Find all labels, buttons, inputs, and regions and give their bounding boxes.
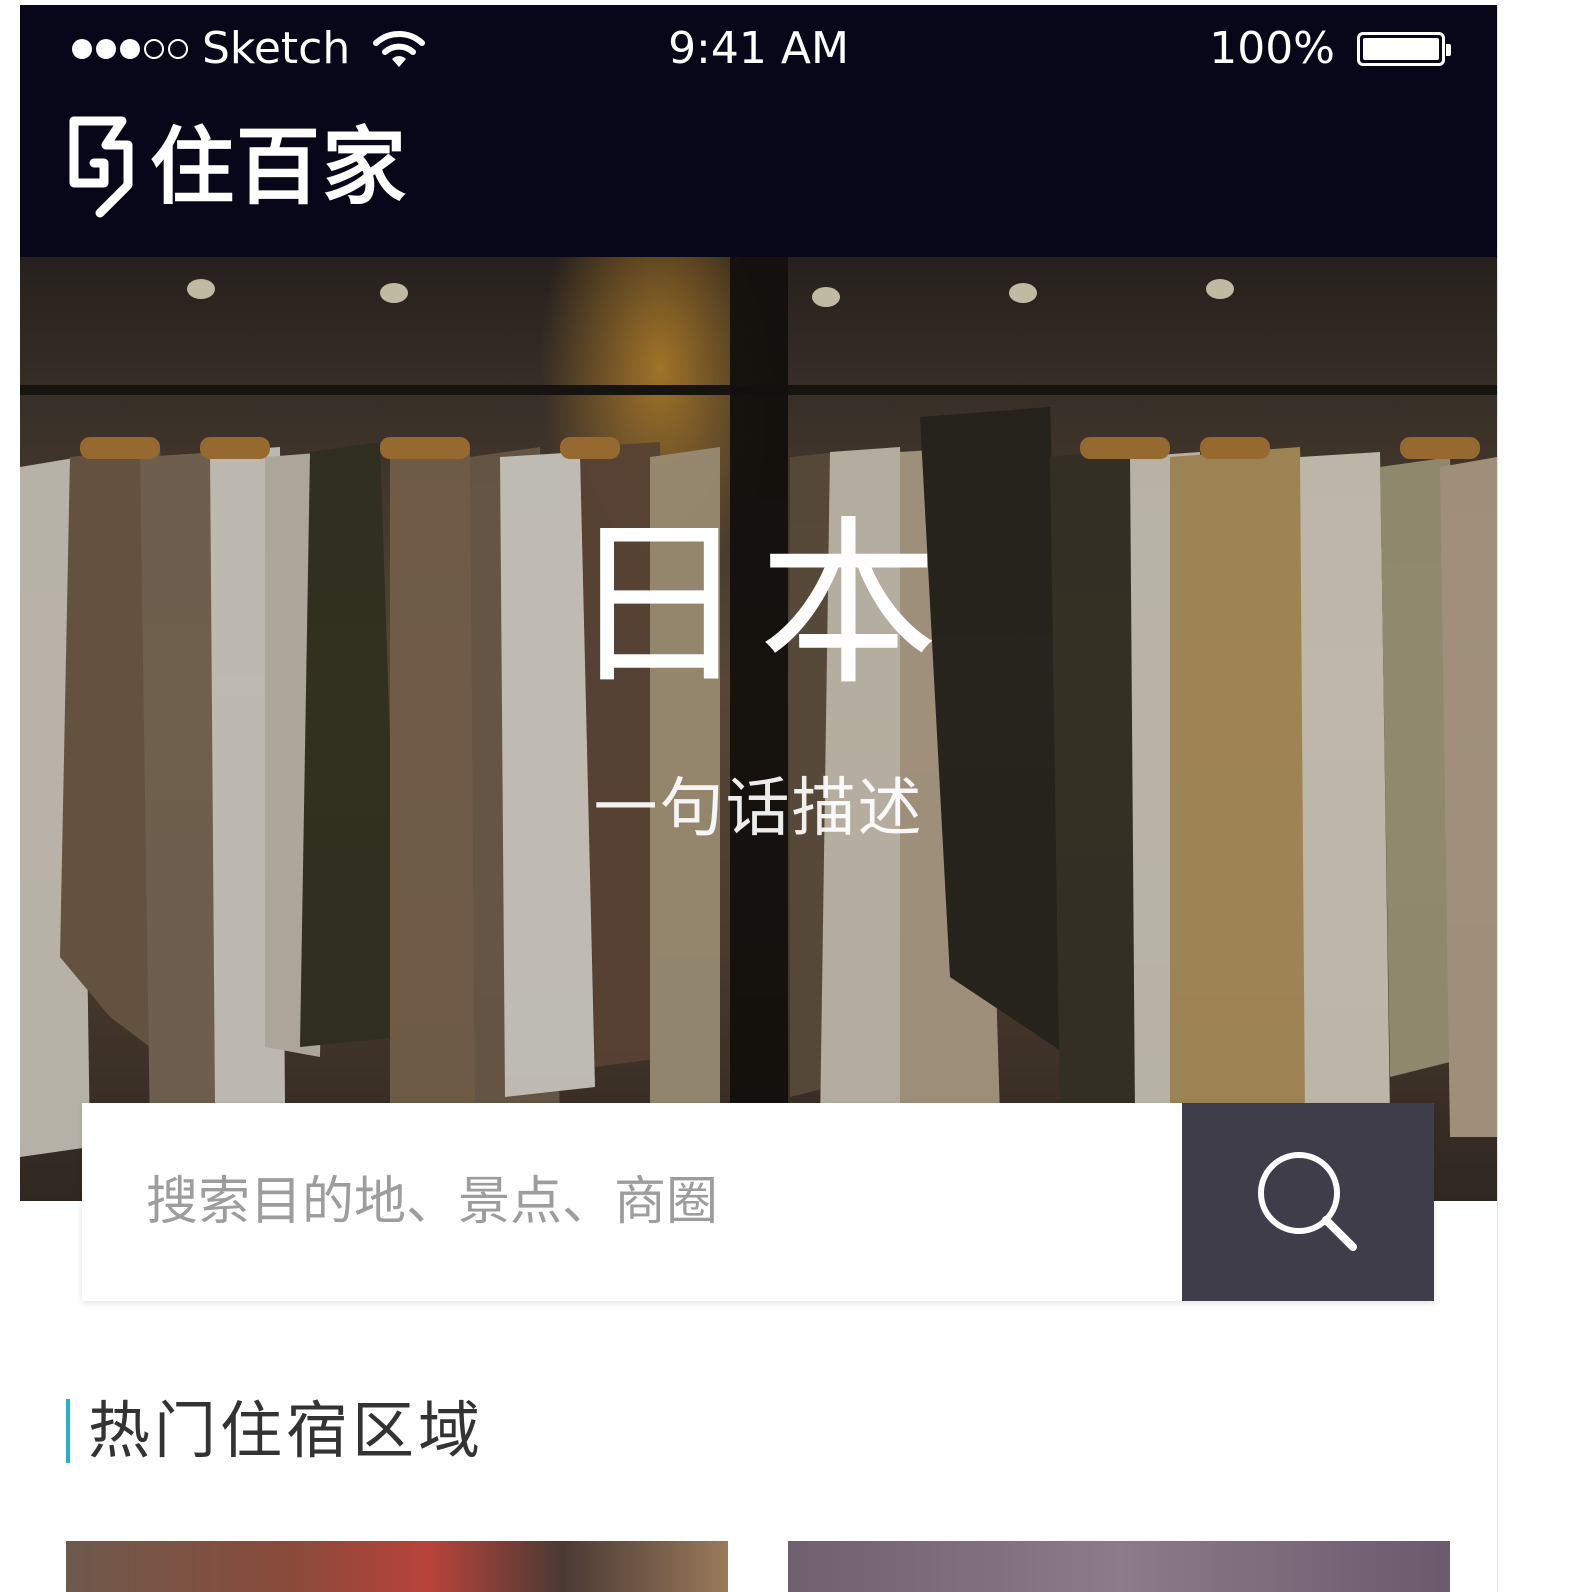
area-card-1[interactable] (66, 1541, 728, 1592)
search-button[interactable] (1182, 1103, 1434, 1301)
hero-subtitle: 一句话描述 (593, 772, 924, 846)
search-icon (1258, 1152, 1357, 1251)
section-title: 热门住宿区域 (88, 1394, 485, 1467)
section-accent-bar (66, 1399, 70, 1463)
area-card-2[interactable] (788, 1541, 1450, 1592)
app-screen: Sketch 9:41 AM 100% 住百家 日本 一句话描述 搜索目的地、景… (20, 5, 1498, 1592)
search-input[interactable] (82, 1103, 1182, 1301)
battery-percentage: 100% (1209, 23, 1335, 74)
brand-logo-icon (69, 116, 133, 218)
brand[interactable]: 住百家 (66, 115, 408, 219)
top-bar: Sketch 9:41 AM 100% 住百家 (20, 5, 1497, 257)
status-right: 100% (1209, 23, 1451, 75)
section-header: 热门住宿区域 (66, 1394, 485, 1467)
battery-icon (1357, 32, 1451, 66)
hero-title: 日本 (568, 501, 949, 710)
search-bar (82, 1103, 1434, 1301)
hero-banner: 日本 一句话描述 (20, 257, 1497, 1201)
brand-name: 住百家 (150, 118, 409, 216)
